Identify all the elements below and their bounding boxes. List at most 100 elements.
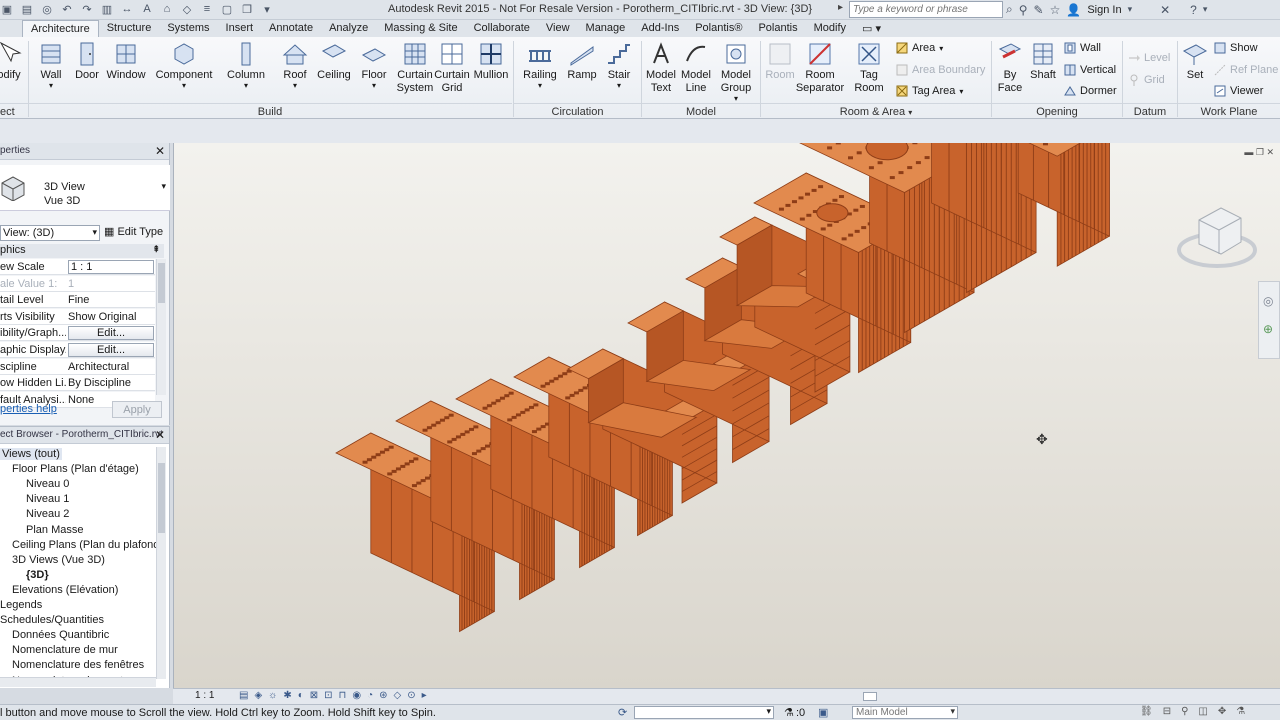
- highlight-icon[interactable]: ⊙: [407, 690, 415, 701]
- drag-elements-icon[interactable]: ✥: [1218, 706, 1226, 717]
- brick-models-scene[interactable]: [174, 143, 1280, 688]
- temp-hide-icon[interactable]: ◉: [352, 690, 361, 701]
- apply-button[interactable]: Apply: [112, 401, 162, 418]
- open-icon[interactable]: ▣: [0, 2, 14, 16]
- reveal-hidden-icon[interactable]: ◔: [367, 690, 373, 701]
- select-by-face-icon[interactable]: ◫: [1198, 706, 1207, 717]
- vertical-opening-button[interactable]: Vertical: [1064, 64, 1116, 76]
- save-icon[interactable]: ▤: [20, 2, 34, 16]
- viewport-hscroll-thumb[interactable]: [863, 692, 877, 701]
- browser-item[interactable]: Données Quantibric: [12, 629, 109, 641]
- ribbon-minimize-button[interactable]: ▭ ▾: [854, 20, 889, 37]
- tag-area-button[interactable]: Tag Area ▾: [896, 85, 963, 97]
- close-hidden-icon[interactable]: ▢: [220, 2, 234, 16]
- grid-button[interactable]: Grid: [1128, 74, 1165, 86]
- browser-item[interactable]: Legends: [0, 599, 42, 611]
- browser-item[interactable]: Niveau 0: [26, 478, 69, 490]
- detail-level-icon[interactable]: ▤: [239, 690, 248, 701]
- properties-scrollbar[interactable]: [156, 259, 166, 395]
- tab-manage[interactable]: Manage: [578, 20, 634, 37]
- rendering-icon[interactable]: ◐: [298, 690, 304, 701]
- browser-item[interactable]: Nomenclature des fenêtres: [12, 659, 144, 671]
- chevron-down-icon[interactable]: ▾: [161, 181, 166, 192]
- browser-item[interactable]: Niveau 2: [26, 508, 69, 520]
- area-boundary-button[interactable]: Area Boundary: [896, 64, 985, 76]
- viewer-button[interactable]: Viewer: [1214, 85, 1263, 97]
- view-scale[interactable]: 1 : 1: [195, 690, 214, 701]
- 3d-view-icon[interactable]: ⌂: [160, 2, 174, 16]
- browser-item[interactable]: Elevations (Elévation): [12, 584, 118, 596]
- ramp-button[interactable]: Ramp: [562, 41, 602, 82]
- tab-analyze[interactable]: Analyze: [321, 20, 376, 37]
- level-button[interactable]: Level: [1128, 52, 1170, 64]
- set-work-plane-button[interactable]: Set: [1180, 41, 1210, 82]
- browser-item[interactable]: Schedules/Quantities: [0, 614, 104, 626]
- graphics-group-header[interactable]: phics ⇞: [0, 244, 164, 258]
- search-input[interactable]: [849, 1, 1003, 18]
- property-row[interactable]: ow Hidden Li... By Discipline: [0, 375, 155, 392]
- browser-hscrollbar[interactable]: [0, 677, 156, 687]
- dormer-opening-button[interactable]: Dormer: [1064, 85, 1117, 97]
- room-button[interactable]: Room: [764, 41, 796, 82]
- tab-insert[interactable]: Insert: [218, 20, 262, 37]
- print-icon[interactable]: ▥: [100, 2, 114, 16]
- 3d-viewport[interactable]: ▬ ❐ ✕ ◎ ⊕ ✥: [173, 143, 1280, 688]
- area-button[interactable]: Area ▾: [896, 42, 943, 54]
- tab-add-ins[interactable]: Add-Ins: [633, 20, 687, 37]
- filter-icon[interactable]: ⚗: [784, 706, 794, 719]
- measure-icon[interactable]: ↔: [120, 2, 134, 16]
- type-selector[interactable]: 3D View Vue 3D ▾: [0, 165, 170, 211]
- browser-item[interactable]: Niveau 1: [26, 493, 69, 505]
- chevron-down-icon[interactable]: ▾: [1128, 4, 1133, 15]
- stair-button[interactable]: Stair ▾: [602, 41, 636, 90]
- binoculars-icon[interactable]: ⌕: [1006, 2, 1013, 17]
- modify-button[interactable]: odify: [0, 41, 24, 82]
- property-row[interactable]: aphic Display...Edit...: [0, 342, 155, 358]
- railing-button[interactable]: Railing ▾: [520, 41, 560, 90]
- tab-annotate[interactable]: Annotate: [261, 20, 321, 37]
- wall-opening-button[interactable]: Wall: [1064, 42, 1101, 54]
- property-row[interactable]: ibility/Graph... Edit...: [0, 325, 155, 342]
- browser-item[interactable]: Floor Plans (Plan d'étage): [12, 463, 139, 475]
- temp-view-props-icon[interactable]: ⊛: [379, 690, 387, 701]
- browser-item[interactable]: 3D Views (Vue 3D): [12, 554, 105, 566]
- model-line-button[interactable]: Model Line: [678, 41, 714, 95]
- by-face-button[interactable]: By Face: [996, 41, 1024, 95]
- show-work-plane-button[interactable]: Show: [1214, 42, 1258, 54]
- property-row[interactable]: rts Visibility Show Original: [0, 308, 155, 325]
- select-underlay-icon[interactable]: ⊟: [1163, 706, 1171, 717]
- browser-item[interactable]: Views (tout): [0, 448, 62, 460]
- sign-in-link[interactable]: Sign In: [1087, 4, 1121, 16]
- floor-button[interactable]: Floor ▾: [358, 41, 390, 90]
- show-crop-icon[interactable]: ⊡: [324, 690, 332, 701]
- thin-lines-icon[interactable]: ≡: [200, 2, 214, 16]
- arrow-right-icon[interactable]: ▸: [838, 2, 843, 13]
- window-button[interactable]: Window: [104, 41, 148, 82]
- wall-button[interactable]: Wall ▾: [36, 41, 66, 90]
- crop-view-icon[interactable]: ⊠: [310, 690, 318, 701]
- design-option-dropdown[interactable]: Main Model ▾: [852, 706, 958, 719]
- tag-icon[interactable]: A: [140, 2, 154, 16]
- analytical-icon[interactable]: ◇: [394, 690, 402, 701]
- redo-icon[interactable]: ↷: [80, 2, 94, 16]
- user-icon[interactable]: 👤: [1066, 3, 1081, 17]
- property-row[interactable]: tail Level Fine: [0, 292, 155, 309]
- instance-filter-dropdown[interactable]: View: (3D) ▾: [0, 225, 100, 241]
- property-row[interactable]: ale Value 1: 1: [0, 275, 155, 292]
- viewport-window-controls[interactable]: ▬ ❐ ✕: [1244, 147, 1274, 158]
- tab-architecture[interactable]: Architecture: [22, 20, 99, 37]
- chevron-down-icon[interactable]: ▾: [1203, 4, 1208, 15]
- door-button[interactable]: Door: [74, 41, 100, 82]
- round-column-opening[interactable]: [816, 203, 849, 223]
- browser-item[interactable]: Plan Masse: [26, 524, 83, 536]
- tab-massing-site[interactable]: Massing & Site: [376, 20, 465, 37]
- lock-3d-icon[interactable]: ⊓: [339, 690, 347, 701]
- chevron-right-icon[interactable]: ▸: [422, 690, 427, 701]
- sync-icon[interactable]: ◎: [40, 2, 54, 16]
- close-icon[interactable]: ✕: [155, 144, 165, 158]
- close-icon[interactable]: ✕: [155, 428, 165, 442]
- browser-item[interactable]: {3D}: [26, 569, 49, 581]
- shaft-button[interactable]: Shaft: [1028, 41, 1058, 82]
- properties-help-link[interactable]: perties help: [0, 403, 57, 415]
- model-group-button[interactable]: Model Group ▾: [716, 41, 756, 103]
